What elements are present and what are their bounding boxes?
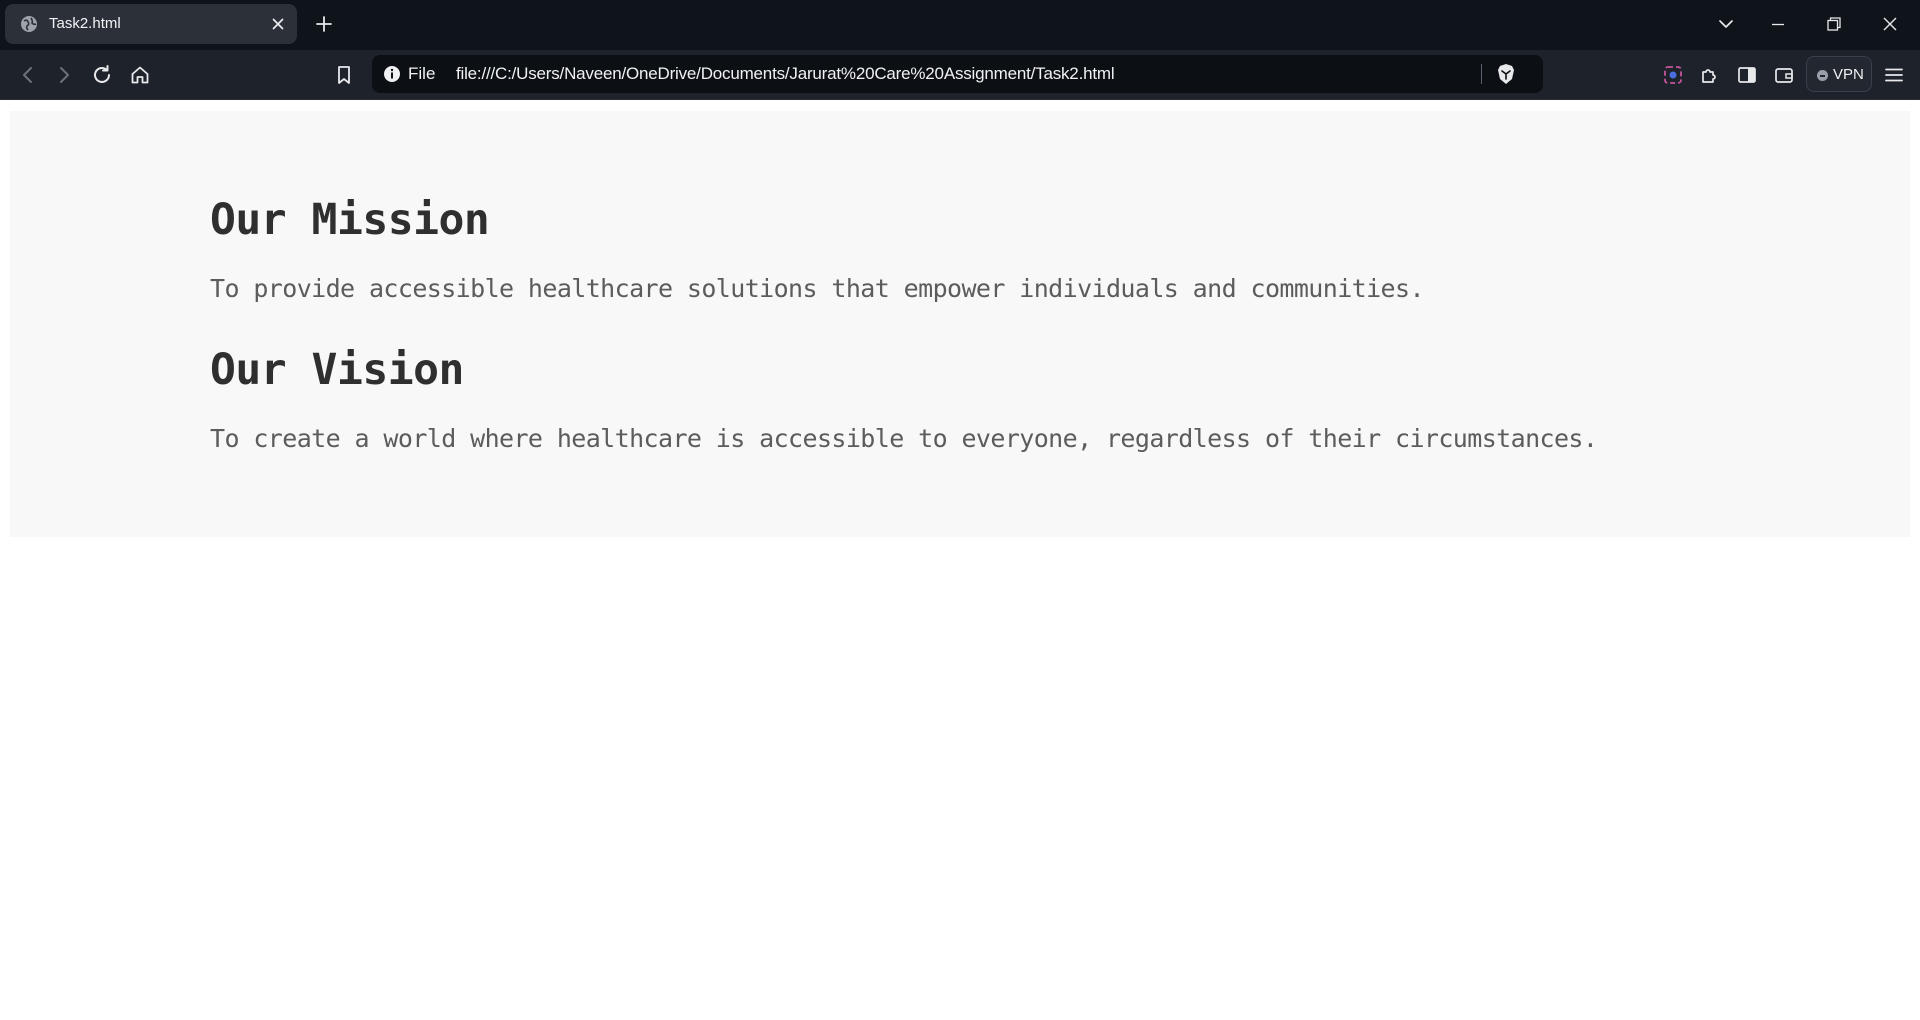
wallet-icon[interactable] <box>1772 63 1796 87</box>
vpn-status-icon <box>1817 70 1828 81</box>
leo-ai-icon[interactable] <box>1661 63 1685 87</box>
back-icon[interactable] <box>16 63 40 87</box>
address-bar[interactable]: File file:///C:/Users/Naveen/OneDrive/Do… <box>372 55 1543 93</box>
vpn-button[interactable]: VPN <box>1806 56 1872 92</box>
reload-icon[interactable] <box>90 63 114 87</box>
browser-toolbar: File file:///C:/Users/Naveen/OneDrive/Do… <box>0 50 1920 100</box>
site-info-icon[interactable] <box>383 65 401 83</box>
restore-icon[interactable] <box>1824 14 1844 34</box>
tab-title: Task2.html <box>49 15 121 32</box>
bookmark-icon[interactable] <box>332 63 356 87</box>
home-icon[interactable] <box>128 63 152 87</box>
close-tab-icon[interactable] <box>269 15 287 33</box>
forward-icon[interactable] <box>52 63 76 87</box>
tab-task2[interactable]: Task2.html <box>5 4 297 44</box>
minimize-icon[interactable] <box>1768 14 1788 34</box>
address-bar-divider <box>1481 64 1482 84</box>
vision-heading: Our Vision <box>210 345 464 395</box>
mission-vision-section: Our Mission To provide accessible health… <box>10 111 1910 537</box>
page-viewport: Our Mission To provide accessible health… <box>0 101 1920 1020</box>
mission-heading: Our Mission <box>210 195 490 245</box>
url-text[interactable]: file:///C:/Users/Naveen/OneDrive/Documen… <box>456 64 1115 84</box>
sidebar-icon[interactable] <box>1735 63 1759 87</box>
menu-icon[interactable] <box>1882 63 1906 87</box>
tab-search-chevron-icon[interactable] <box>1716 14 1736 34</box>
new-tab-icon[interactable] <box>314 14 334 34</box>
globe-icon <box>21 16 37 32</box>
mission-text: To provide accessible healthcare solutio… <box>210 274 1425 303</box>
vpn-label: VPN <box>1833 66 1864 83</box>
close-window-icon[interactable] <box>1880 14 1900 34</box>
extensions-icon[interactable] <box>1698 63 1722 87</box>
vision-text: To create a world where healthcare is ac… <box>210 424 1598 453</box>
scheme-label: File <box>408 64 436 83</box>
brave-shields-icon[interactable] <box>1496 63 1516 85</box>
tab-bar: Task2.html <box>0 0 1920 50</box>
